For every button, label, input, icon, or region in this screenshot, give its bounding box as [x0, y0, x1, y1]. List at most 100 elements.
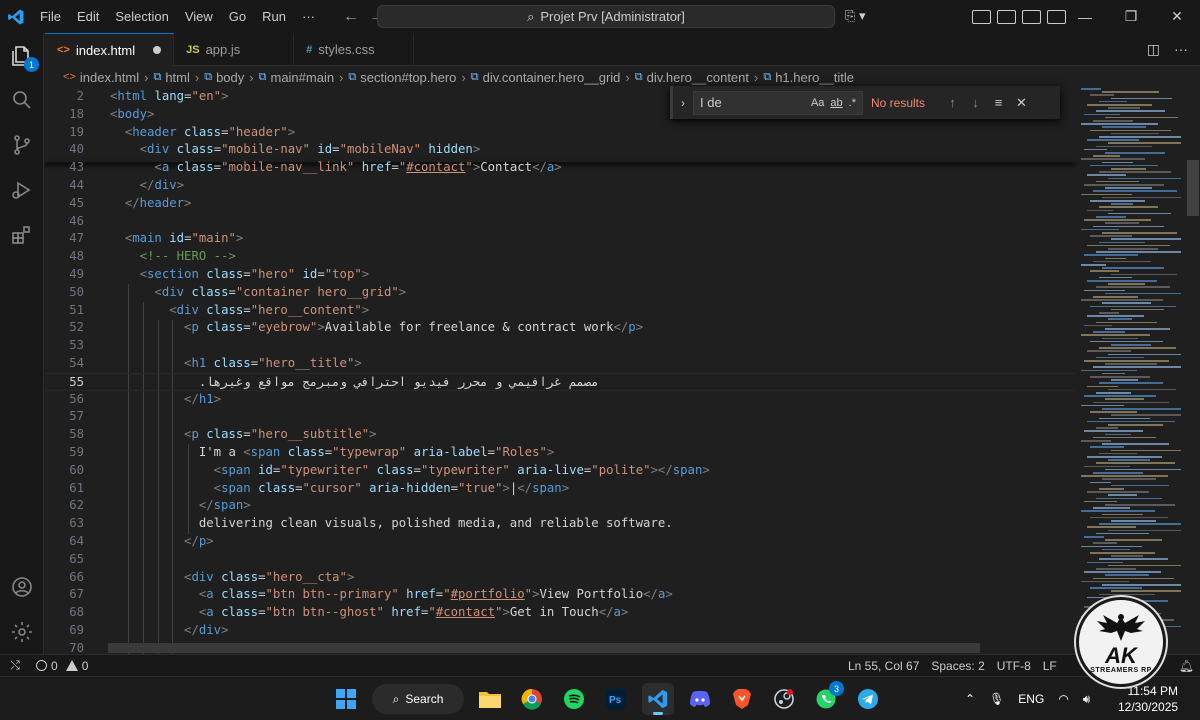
vscode-taskbar-icon[interactable]	[642, 683, 674, 715]
menu-item[interactable]: Run	[254, 0, 294, 33]
chrome-icon[interactable]	[516, 683, 548, 715]
code-line[interactable]: 60 <span id="typewriter" class="typewrit…	[45, 462, 1075, 480]
search-icon[interactable]	[9, 87, 35, 113]
code-line[interactable]: 47 <main id="main">	[45, 230, 1075, 248]
code-line[interactable]: 49 <section class="hero" id="top">	[45, 266, 1075, 284]
code-line[interactable]: 66 <div class="hero__cta">	[45, 569, 1075, 587]
code-line[interactable]: 52 <p class="eyebrow">Available for free…	[45, 319, 1075, 337]
match-case-toggle[interactable]: Aa	[811, 97, 824, 109]
show-hidden-icons-icon[interactable]: ⌃	[965, 692, 975, 706]
breadcrumb-item[interactable]: ⧉ h1.hero__title	[763, 70, 854, 85]
brave-icon[interactable]	[726, 683, 758, 715]
breadcrumb-item[interactable]: ⧉ body	[204, 70, 244, 85]
code-line[interactable]: 62 </span>	[45, 497, 1075, 515]
horizontal-scrollbar[interactable]	[108, 643, 980, 653]
code-line[interactable]: 53	[45, 337, 1075, 355]
breadcrumb-item[interactable]: <> index.html	[63, 70, 139, 85]
customize-layout-icon[interactable]	[972, 9, 991, 24]
problems-indicator[interactable]: 0 0	[30, 659, 94, 673]
code-line[interactable]: 63 delivering clean visuals, polished me…	[45, 515, 1075, 533]
tab[interactable]: JS app.js	[174, 33, 295, 66]
whatsapp-icon[interactable]: 3	[810, 681, 844, 715]
source-control-icon[interactable]	[9, 132, 35, 158]
code-line[interactable]: 51 <div class="hero__content">	[45, 302, 1075, 320]
breadcrumb-item[interactable]: ⧉ html	[153, 70, 189, 85]
telegram-icon[interactable]	[852, 683, 884, 715]
code-line[interactable]: 19 <header class="header">	[45, 124, 1075, 142]
copilot-icon[interactable]: ⎘ ▾	[845, 8, 866, 24]
encoding[interactable]: UTF-8	[991, 659, 1037, 673]
spotify-icon[interactable]	[558, 683, 590, 715]
taskbar-search[interactable]: ⌕ Search	[372, 684, 464, 714]
code-line[interactable]: 67 <a class="btn btn--primary" href="#po…	[45, 586, 1075, 604]
steam-icon[interactable]	[768, 683, 800, 715]
command-center[interactable]: ⌕ Projet Prv [Administrator]	[377, 5, 835, 28]
breadcrumb-item[interactable]: ⧉ main#main	[259, 70, 334, 85]
minimap[interactable]	[1075, 88, 1185, 654]
code-line[interactable]: 65	[45, 551, 1075, 569]
code-line[interactable]: 57	[45, 408, 1075, 426]
taskbar-clock[interactable]: 11:54 PM 12/30/2025	[1118, 683, 1178, 715]
previous-match-icon[interactable]: ↑	[941, 95, 964, 110]
notifications-bell-icon[interactable]: 🔔︎	[1173, 659, 1200, 673]
cursor-position[interactable]: Ln 55, Col 67	[842, 659, 925, 673]
code-line[interactable]: 46	[45, 213, 1075, 231]
restore-icon[interactable]: ❐	[1108, 0, 1154, 33]
run-debug-icon[interactable]	[9, 177, 35, 203]
accounts-icon[interactable]	[9, 574, 35, 600]
more-actions-icon[interactable]: ···	[1174, 41, 1188, 58]
windows-start-icon[interactable]	[330, 683, 362, 715]
breadcrumb-item[interactable]: ⧉ div.container.hero__grid	[471, 70, 621, 85]
settings-gear-icon[interactable]	[9, 619, 35, 645]
indentation[interactable]: Spaces: 2	[925, 659, 990, 673]
file-explorer-icon[interactable]	[474, 683, 506, 715]
code-line[interactable]: 40 <div class="mobile-nav" id="mobileNav…	[45, 141, 1075, 159]
tab[interactable]: <> index.html	[45, 33, 175, 66]
unsaved-dot-icon[interactable]	[153, 46, 162, 54]
code-line[interactable]: 50 <div class="container hero__grid">	[45, 284, 1075, 302]
volume-icon[interactable]: 🔊︎	[1083, 692, 1091, 707]
menu-item[interactable]: Edit	[69, 0, 107, 33]
menu-item[interactable]: Selection	[107, 0, 176, 33]
breadcrumb-item[interactable]: ⧉ div.hero__content	[635, 70, 749, 85]
use-regex-toggle[interactable]: .*	[849, 97, 856, 109]
code-line[interactable]: 58 <p class="hero__subtitle">	[45, 426, 1075, 444]
code-line[interactable]: 68 <a class="btn btn--ghost" href="#cont…	[45, 604, 1075, 622]
code-line[interactable]: 59 I'm a <span class="typewrap" aria-lab…	[45, 444, 1075, 462]
code-line[interactable]: 69 </div>	[45, 622, 1075, 640]
close-window-icon[interactable]: ✕	[1154, 0, 1200, 33]
code-line[interactable]: 45 </header>	[45, 195, 1075, 213]
code-line[interactable]: 61 <span class="cursor" aria-hidden="tru…	[45, 480, 1075, 498]
code-line[interactable]: 55 .مصمم غرافيمي و محرر فيديو احترافي وم…	[45, 372, 1075, 391]
end-of-line[interactable]: LF	[1037, 659, 1063, 673]
toggle-replace-chevron-icon[interactable]: ›	[673, 96, 693, 110]
toggle-panel-icon[interactable]	[1022, 9, 1041, 24]
menu-item[interactable]: Go	[221, 0, 254, 33]
code-line[interactable]: 43 <a class="mobile-nav__link" href="#co…	[45, 159, 1075, 177]
remote-indicator-icon[interactable]: ⤭	[0, 655, 30, 677]
vertical-scrollbar[interactable]	[1187, 160, 1199, 216]
code-line[interactable]: 48 <!-- HERO -->	[45, 248, 1075, 266]
breadcrumb-item[interactable]: ⧉ section#top.hero	[348, 70, 456, 85]
split-editor-icon[interactable]: ◫	[1147, 41, 1160, 58]
language-indicator[interactable]: ENG	[1018, 692, 1044, 706]
wifi-icon[interactable]: ◠	[1058, 692, 1068, 706]
explorer-icon[interactable]: 1	[9, 43, 39, 72]
menu-item[interactable]: View	[177, 0, 221, 33]
minimize-icon[interactable]: —	[1062, 0, 1108, 33]
photoshop-icon[interactable]: Ps	[600, 683, 632, 715]
microphone-icon[interactable]: 🎙︎	[989, 692, 1004, 706]
menu-item[interactable]: File	[32, 0, 69, 33]
next-match-icon[interactable]: ↓	[964, 95, 987, 110]
toggle-primary-sidebar-icon[interactable]	[997, 9, 1016, 24]
match-whole-word-toggle[interactable]: ab	[830, 97, 842, 109]
find-input[interactable]: I de Aa ab .*	[693, 90, 863, 115]
code-editor[interactable]: 2 <html lang="en"> 18 <body> 19 <header clas…	[45, 88, 1200, 654]
back-arrow-icon[interactable]: ←	[343, 8, 359, 26]
code-line[interactable]: 54 <h1 class="hero__title">	[45, 355, 1075, 373]
discord-icon[interactable]	[684, 683, 716, 715]
code-line[interactable]: 64 </p>	[45, 533, 1075, 551]
code-line[interactable]: 44 </div>	[45, 177, 1075, 195]
tab[interactable]: # styles.css	[294, 33, 415, 66]
find-in-selection-icon[interactable]: ≡	[987, 95, 1010, 110]
